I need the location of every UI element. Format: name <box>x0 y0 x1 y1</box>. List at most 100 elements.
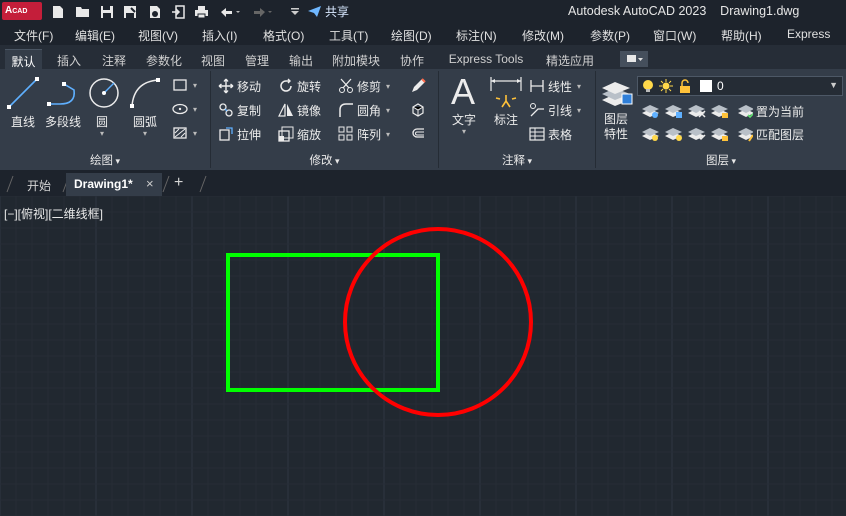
autocad-logo[interactable]: ACAD <box>2 2 42 20</box>
drawing-canvas[interactable]: [−][俯视][二维线框] <box>0 196 846 516</box>
fillet-tool[interactable]: 圆角 ▾ <box>338 101 390 119</box>
document-tab-bar: 开始 Drawing1* × + <box>0 170 846 196</box>
save-icon[interactable] <box>98 3 115 20</box>
layer-properties-tool[interactable]: 图层 特性 <box>598 75 634 142</box>
scale-icon <box>278 126 294 142</box>
layer-color-swatch <box>700 80 712 92</box>
draw-panel-title[interactable]: 绘图 <box>0 152 210 168</box>
ellipse-icon <box>172 103 188 115</box>
new-tab-plus-icon[interactable]: + <box>174 173 190 196</box>
menu-file[interactable]: 文件(F) <box>14 27 53 44</box>
new-file-icon[interactable] <box>49 3 66 20</box>
menu-express[interactable]: Express <box>787 27 830 41</box>
layers-panel-title[interactable]: 图层 <box>596 152 846 168</box>
tab-start[interactable]: 开始 <box>16 173 62 196</box>
tab-collaborate[interactable]: 协作 <box>392 49 432 69</box>
menu-dimension[interactable]: 标注(N) <box>456 27 497 44</box>
line-tool[interactable]: 直线 <box>4 75 42 130</box>
viewport-controls-label[interactable]: [−][俯视][二维线框] <box>4 205 103 222</box>
tab-drawing1[interactable]: Drawing1* × <box>66 173 162 196</box>
save-as-icon[interactable] <box>121 3 138 20</box>
mirror-tool[interactable]: 镜像 <box>278 101 321 119</box>
layer-on-bulb-icon <box>643 80 653 92</box>
close-tab-icon[interactable]: × <box>146 176 154 191</box>
annotation-panel-title[interactable]: 注释 <box>439 152 595 168</box>
ribbon-minimize-button[interactable] <box>620 51 648 67</box>
fillet-icon <box>339 103 353 117</box>
tab-insert[interactable]: 插入 <box>50 49 88 69</box>
open-file-icon[interactable] <box>74 3 91 20</box>
tab-express-tools[interactable]: Express Tools <box>440 49 532 69</box>
trim-tool[interactable]: 修剪 ▾ <box>338 77 390 95</box>
chevron-down-icon: ▼ <box>829 80 838 90</box>
redo-icon[interactable] <box>250 3 274 20</box>
copy-tool[interactable]: 复制 <box>218 101 261 119</box>
modify-panel-title[interactable]: 修改 <box>211 152 438 168</box>
layer-tools-row2[interactable] <box>641 125 730 143</box>
menu-tools[interactable]: 工具(T) <box>329 27 368 44</box>
move-tool[interactable]: 移动 <box>218 77 261 95</box>
green-rectangle[interactable] <box>226 253 440 392</box>
layer-tools-row1[interactable] <box>641 102 730 120</box>
boundary-tool[interactable]: ▾ <box>172 124 197 142</box>
ribbon: 直线 多段线 圆 ▾ 圆弧 ▾ ▾ ▾ ▾ 绘图 移动 旋转 修剪▾ 复制 镜像… <box>0 69 846 170</box>
menu-window[interactable]: 窗口(W) <box>653 27 696 44</box>
linear-dim-tool[interactable]: 线性 ▾ <box>529 77 581 95</box>
polyline-tool[interactable]: 多段线 <box>43 75 83 130</box>
explode-tool[interactable] <box>410 101 426 119</box>
tab-output[interactable]: 输出 <box>282 49 320 69</box>
stretch-icon <box>219 127 233 141</box>
tab-view[interactable]: 视图 <box>194 49 232 69</box>
layer-dropdown[interactable]: 0 ▼ <box>637 76 843 96</box>
rectangle-tool[interactable]: ▾ <box>172 76 197 94</box>
table-tool[interactable]: 表格 <box>529 125 572 143</box>
layer-freeze-icon <box>665 105 682 118</box>
tab-manage[interactable]: 管理 <box>238 49 276 69</box>
menu-view[interactable]: 视图(V) <box>138 27 178 44</box>
linear-dim-icon <box>530 80 544 92</box>
leader-tool[interactable]: 引线 ▾ <box>529 101 581 119</box>
arc-icon <box>130 78 160 108</box>
explode-cube-icon <box>412 103 424 117</box>
menu-help[interactable]: 帮助(H) <box>721 27 762 44</box>
tab-addins[interactable]: 附加模块 <box>326 49 386 69</box>
dimension-tool[interactable]: 标注 <box>487 73 525 128</box>
hatch-tool[interactable]: ▾ <box>172 100 197 118</box>
match-layer-icon <box>738 128 753 142</box>
circle-tool[interactable]: 圆 ▾ <box>85 75 119 138</box>
menu-modify[interactable]: 修改(M) <box>522 27 564 44</box>
canvas-svg[interactable] <box>0 196 846 516</box>
tab-parametric[interactable]: 参数化 <box>140 49 188 69</box>
print-icon[interactable] <box>193 3 210 20</box>
offset-tool[interactable] <box>410 125 426 143</box>
arc-tool[interactable]: 圆弧 ▾ <box>125 75 165 138</box>
import-icon[interactable] <box>169 3 186 20</box>
menu-draw[interactable]: 绘图(D) <box>391 27 432 44</box>
window-title: Autodesk AutoCAD 2023 Drawing1.dwg <box>568 4 800 18</box>
menu-format[interactable]: 格式(O) <box>263 27 304 44</box>
rotate-tool[interactable]: 旋转 <box>278 77 321 95</box>
array-tool[interactable]: 阵列 ▾ <box>338 125 390 143</box>
menu-edit[interactable]: 编辑(E) <box>75 27 115 44</box>
menu-insert[interactable]: 插入(I) <box>202 27 237 44</box>
text-tool[interactable]: A 文字 ▾ <box>445 73 483 136</box>
scale-tool[interactable]: 缩放 <box>278 125 321 143</box>
menu-parametric[interactable]: 参数(P) <box>590 27 630 44</box>
current-layer-name: 0 <box>717 79 724 93</box>
layer-unlock-icon <box>680 79 690 93</box>
polyline-icon <box>47 82 76 106</box>
array-icon <box>338 126 353 141</box>
stretch-tool[interactable]: 拉伸 <box>218 125 261 143</box>
share-button[interactable]: 共享 <box>307 3 349 20</box>
plot-to-web-icon[interactable] <box>146 3 163 20</box>
tab-annotate[interactable]: 注释 <box>95 49 133 69</box>
mirror-icon <box>278 103 293 117</box>
undo-icon[interactable] <box>218 3 242 20</box>
tab-default[interactable]: 默认 <box>5 49 42 69</box>
set-current-tool[interactable]: 置为当前 <box>737 102 804 120</box>
customize-qat-icon[interactable] <box>286 3 303 20</box>
match-layer-tool[interactable]: 匹配图层 <box>737 125 804 143</box>
erase-tool[interactable] <box>410 77 426 95</box>
circle-icon <box>89 78 119 108</box>
tab-featured-apps[interactable]: 精选应用 <box>540 49 600 69</box>
